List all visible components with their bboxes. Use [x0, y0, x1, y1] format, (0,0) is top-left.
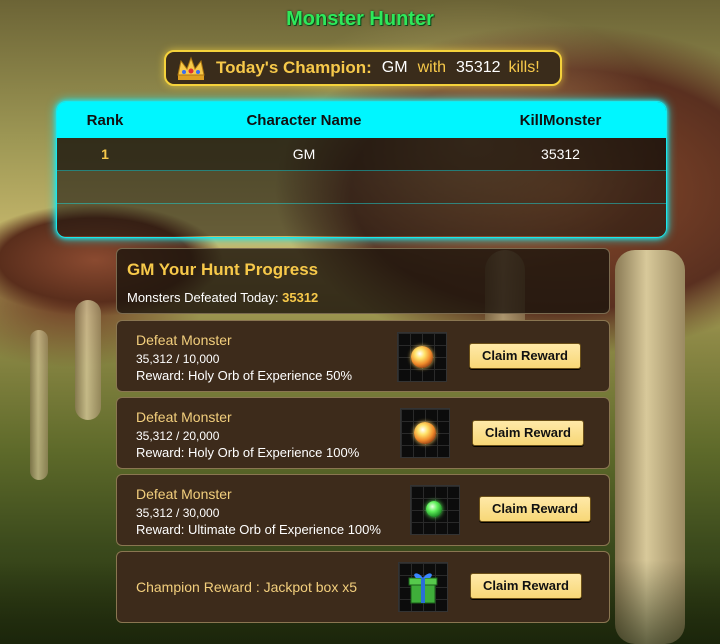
ranking-header-row: Rank Character Name KillMonster: [57, 102, 666, 138]
item-slot: [398, 562, 448, 612]
reward-card: Defeat Monster 35,312 / 20,000 Reward: H…: [116, 397, 610, 469]
claim-reward-button[interactable]: Claim Reward: [470, 573, 582, 599]
holy-orb-icon: [411, 346, 433, 368]
item-slot: [400, 408, 450, 458]
holy-orb-icon: [414, 422, 436, 444]
progress-heading: GM Your Hunt Progress: [127, 260, 319, 279]
table-row: [57, 204, 666, 236]
reward-description: Reward: Holy Orb of Experience 100%: [136, 445, 360, 460]
header-rank: Rank: [86, 111, 124, 129]
reward-description: Reward: Holy Orb of Experience 50%: [136, 368, 353, 383]
defeated-value: 35312: [282, 290, 319, 305]
progress-summary: Monsters Defeated Today: 35312: [127, 290, 318, 305]
ranking-table: Rank Character Name KillMonster 1 GM 353…: [56, 101, 667, 238]
reward-count: 35,312 / 30,000: [136, 506, 220, 520]
reward-description: Reward: Ultimate Orb of Experience 100%: [136, 522, 381, 537]
champion-name: GM: [381, 59, 408, 76]
gift-box-icon: [408, 573, 438, 604]
table-row: [57, 171, 666, 204]
champion-kills: 35312: [456, 59, 501, 76]
reward-card: Champion Reward : Jackpot box x5 Claim R…: [116, 551, 610, 623]
page-title: Monster Hunter: [286, 8, 434, 30]
reward-title: Defeat Monster: [136, 409, 232, 425]
cell-name: GM: [292, 146, 316, 162]
cell-rank: 1: [101, 146, 109, 162]
reward-title: Defeat Monster: [136, 332, 232, 348]
hunt-progress-panel: GM Your Hunt Progress Monsters Defeated …: [116, 248, 610, 314]
defeated-label: Monsters Defeated Today:: [127, 290, 279, 305]
champion-banner: Today's Champion: GM with 35312 kills!: [164, 50, 562, 86]
cell-kills: 35312: [541, 146, 580, 162]
crown-icon: [177, 56, 205, 80]
reward-title: Champion Reward : Jackpot box x5: [136, 579, 357, 595]
reward-card: Defeat Monster 35,312 / 30,000 Reward: U…: [116, 474, 610, 546]
champion-label: Today's Champion:: [216, 58, 372, 77]
champion-kills-text: kills!: [508, 59, 540, 76]
item-slot: [397, 332, 447, 382]
reward-title: Defeat Monster: [136, 486, 232, 502]
claim-reward-button[interactable]: Claim Reward: [479, 496, 591, 522]
header-kill-monster: KillMonster: [519, 111, 602, 129]
reward-card: Defeat Monster 35,312 / 10,000 Reward: H…: [116, 320, 610, 392]
table-row: 1 GM 35312: [57, 138, 666, 171]
reward-count: 35,312 / 20,000: [136, 429, 220, 443]
reward-count: 35,312 / 10,000: [136, 352, 220, 366]
champion-with-text: with: [417, 59, 447, 76]
claim-reward-button[interactable]: Claim Reward: [472, 420, 584, 446]
claim-reward-button[interactable]: Claim Reward: [469, 343, 581, 369]
header-character-name: Character Name: [246, 111, 362, 129]
item-slot: [410, 485, 460, 535]
ultimate-orb-icon: [426, 501, 442, 517]
